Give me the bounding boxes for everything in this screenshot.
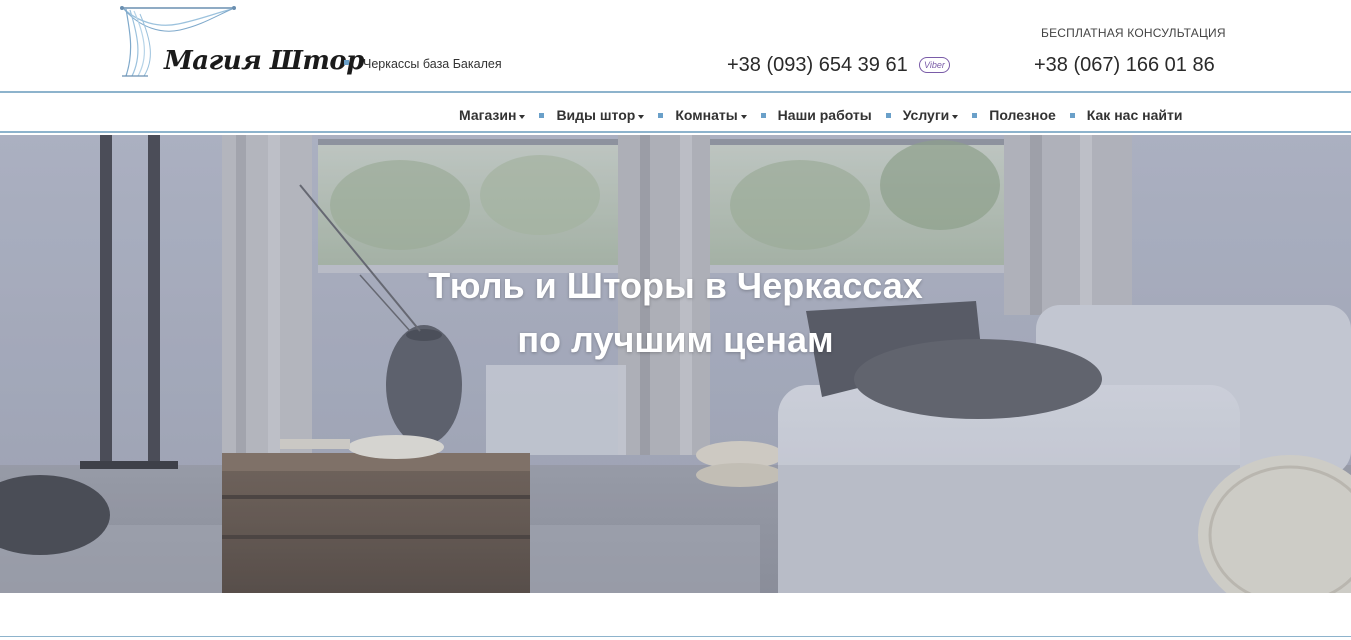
nav-separator	[760, 112, 766, 118]
location: Черкассы база Бакалея	[344, 57, 502, 71]
hero-banner: Тюль и Шторы в Черкассах по лучшим ценам	[0, 135, 1351, 593]
nav-separator	[539, 112, 545, 118]
caret-down-icon	[638, 115, 645, 119]
main-nav: Магазин Виды штор Комнаты Наши работы Ус…	[0, 91, 1351, 133]
nav-item-label: Как нас найти	[1086, 107, 1183, 123]
nav-item-label: Виды штор	[556, 107, 636, 123]
caret-down-icon	[952, 115, 959, 119]
consultation-label: БЕСПЛАТНАЯ КОНСУЛЬТАЦИЯ	[1041, 26, 1226, 40]
nav-item-useful[interactable]: Полезное	[989, 107, 1056, 123]
viber-label: Viber	[924, 60, 945, 70]
nav-list: Магазин Виды штор Комнаты Наши работы Ус…	[459, 106, 1182, 124]
nav-item-label: Полезное	[989, 107, 1056, 123]
nav-item-services[interactable]: Услуги	[903, 107, 959, 123]
caret-down-icon	[740, 115, 747, 119]
site-header: Магия Штор Черкассы база Бакалея +38 (09…	[0, 0, 1351, 92]
page: Магия Штор Черкассы база Бакалея +38 (09…	[0, 0, 1351, 640]
nav-separator	[972, 112, 978, 118]
bullet-icon	[344, 60, 349, 66]
phone-primary[interactable]: +38 (093) 654 39 61	[727, 54, 908, 77]
nav-item-curtain-types[interactable]: Виды штор	[556, 107, 645, 123]
viber-icon: Viber	[919, 57, 950, 73]
logo-text: Магия Штор	[164, 46, 364, 76]
nav-item-label: Наши работы	[777, 107, 872, 123]
nav-separator	[1069, 112, 1075, 118]
nav-item-our-works[interactable]: Наши работы	[778, 107, 872, 123]
nav-separator	[658, 112, 664, 118]
nav-item-label: Магазин	[459, 107, 517, 123]
nav-item-label: Услуги	[902, 107, 950, 123]
logo[interactable]: Магия Штор	[118, 2, 364, 82]
nav-separator	[885, 112, 891, 118]
caret-down-icon	[519, 115, 526, 119]
hero-title: Тюль и Шторы в Черкассах по лучшим ценам	[0, 259, 1351, 367]
nav-item-rooms[interactable]: Комнаты	[675, 107, 747, 123]
nav-item-shop[interactable]: Магазин	[459, 107, 526, 123]
section-divider	[0, 636, 1351, 640]
hero-title-line2: по лучшим ценам	[517, 319, 834, 360]
phone-secondary[interactable]: +38 (067) 166 01 86	[1034, 54, 1215, 77]
location-text: Черкассы база Бакалея	[363, 57, 502, 71]
hero-title-line1: Тюль и Шторы в Черкассах	[428, 265, 923, 306]
nav-item-find-us[interactable]: Как нас найти	[1087, 107, 1183, 123]
nav-item-label: Комнаты	[675, 107, 738, 123]
